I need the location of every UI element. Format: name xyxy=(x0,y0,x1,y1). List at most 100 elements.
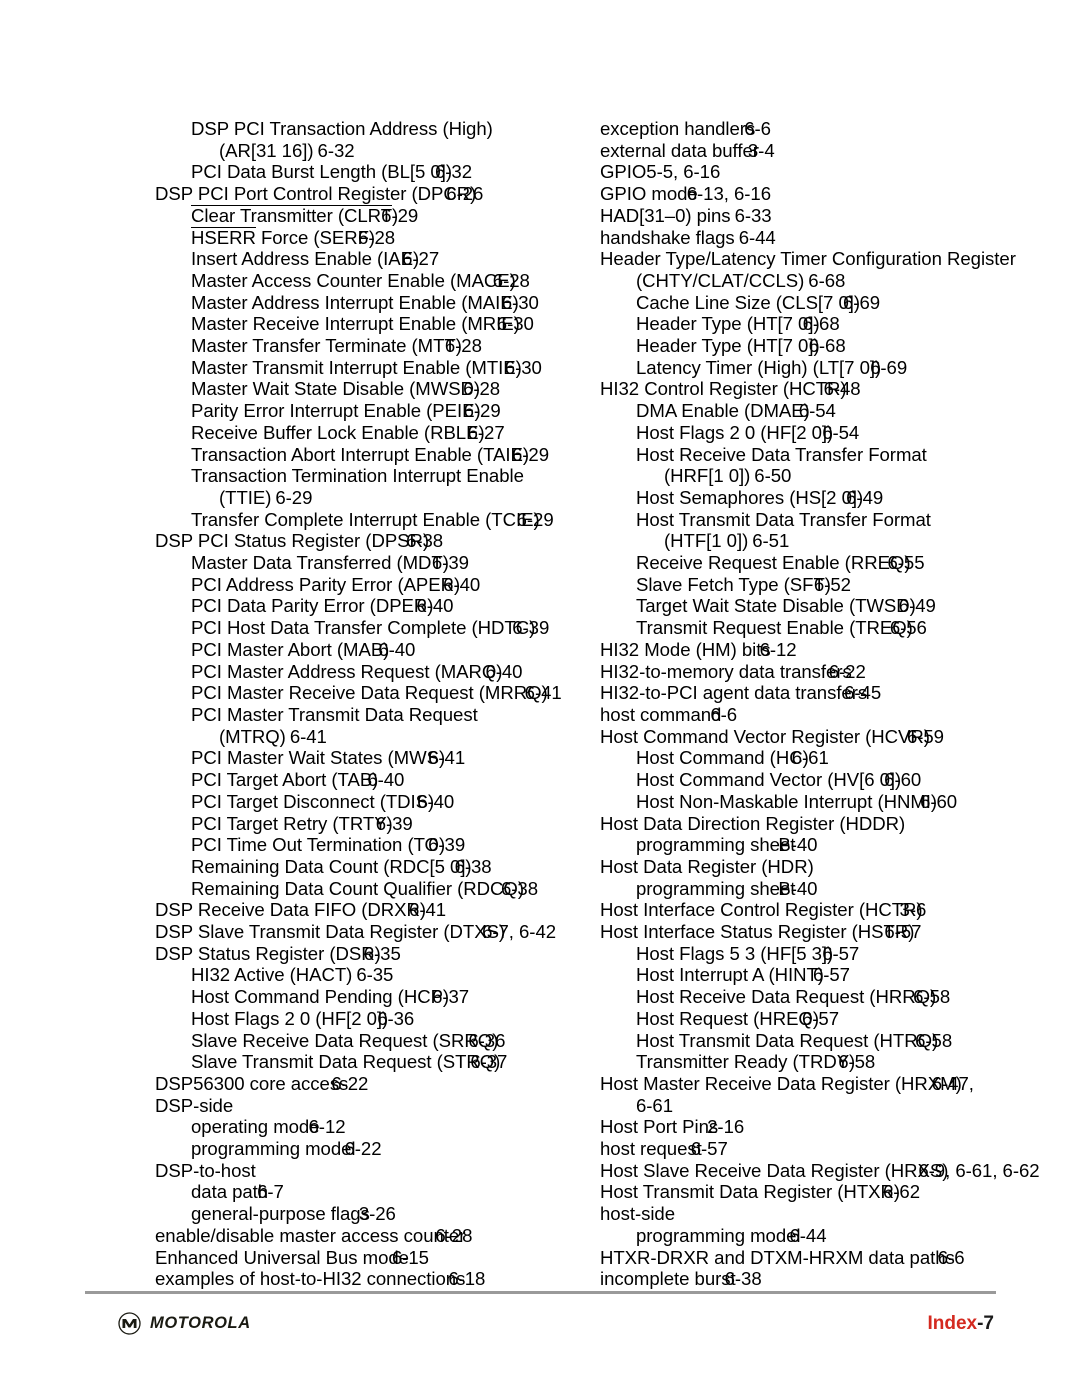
index-page-number: 6-54 xyxy=(798,400,836,422)
index-entry-text: Host Command Vector Register (HCVR) xyxy=(600,725,930,747)
index-entry: Transmit Request Enable (TREQ)6-56 xyxy=(600,617,1040,639)
signal-overbar: Clear Transmitter (CLRT xyxy=(191,204,393,226)
index-entry-text: Host Data Direction Register (HDDR) xyxy=(600,812,906,834)
index-entry-text: Host Interrupt A (HINT) xyxy=(636,964,824,986)
index-entry: Header Type (HT[7 0])6-68 xyxy=(600,313,1040,335)
index-page-number: 6-36 xyxy=(468,1029,506,1051)
index-entry-text: Transaction Termination Interrupt Enable xyxy=(191,465,524,487)
index-entry-text: DSP Status Register (DSR) xyxy=(155,942,381,964)
index-entry: Host Semaphores (HS[2 0])6-49 xyxy=(600,487,1040,509)
index-entry-text: programming sheet xyxy=(636,834,796,856)
index-entry-text: PCI Target Disconnect (TDIS) xyxy=(191,790,435,812)
index-page-number: B-40 xyxy=(778,877,818,899)
index-entry-text: HI32 Mode (HM) bits xyxy=(600,638,771,660)
index-entry: Host Interface Control Register (HCTR)3-… xyxy=(600,899,1040,921)
index-entry-text: Transfer Complete Interrupt Enable (TCIE… xyxy=(191,508,540,530)
index-entry-text: Master Address Interrupt Enable (MAIE) xyxy=(191,291,519,313)
index-page-number: 6-28 xyxy=(463,378,501,400)
index-page-number: 6-57 xyxy=(801,1007,839,1029)
index-entry-text: Host Request (HREQ) xyxy=(636,1007,819,1029)
index-page-number: 6-40 xyxy=(443,573,481,595)
index-entry-text: PCI Address Parity Error (APER) xyxy=(191,573,461,595)
index-entry: Enhanced Universal Bus mode6-15 xyxy=(155,1247,595,1269)
index-entry-text: Slave Transmit Data Request (STRQ) xyxy=(191,1051,501,1073)
index-entry: data path6-7 xyxy=(155,1181,595,1203)
index-entry: operating mode6-12 xyxy=(155,1116,595,1138)
index-entry-text: Host Transmit Data Transfer Format xyxy=(636,508,931,530)
index-entry: (HRF[1 0]) 6-50 xyxy=(600,465,1040,487)
index-entry-text: Host Receive Data Transfer Format xyxy=(636,443,927,465)
index-page-number: 6-37 xyxy=(432,986,470,1008)
index-page-number: 6-58 xyxy=(838,1051,876,1073)
index-page-number: 6-39 xyxy=(431,552,469,574)
index-page-number: 6-58 xyxy=(915,1029,953,1051)
motorola-wordmark: MOTOROLA xyxy=(150,1314,251,1332)
index-entry: examples of host-to-HI32 connections6-18 xyxy=(155,1268,595,1290)
index-entry: Host Flags 2 0 (HF[2 0])6-54 xyxy=(600,422,1040,444)
index-entry: Host Interface Status Register (HSTR)6-5… xyxy=(600,921,1040,943)
index-entry-text: DSP PCI Status Register (DPSR) xyxy=(155,530,430,552)
index-entry-text: PCI Master Abort (MAB) xyxy=(191,638,390,660)
index-page-number: 6-44 xyxy=(789,1224,827,1246)
index-entry: Host Request (HREQ)6-57 xyxy=(600,1008,1040,1030)
index-entry: DSP56300 core access6-22 xyxy=(155,1073,595,1095)
index-entry-text: Host Data Register (HDR) xyxy=(600,855,814,877)
index-entry: HI32 Active (HACT) 6-35 xyxy=(155,964,595,986)
index-page-number: 6-41 xyxy=(428,747,466,769)
index-page-number: 6-33 xyxy=(734,204,772,226)
index-entry: Host Command Pending (HCP)6-37 xyxy=(155,986,595,1008)
index-page-number: 6-41 xyxy=(289,725,327,747)
index-page-number: 6-29 xyxy=(381,204,419,226)
index-page-number: 6-6 xyxy=(744,118,771,139)
index-page-number: 6-26 xyxy=(446,183,484,205)
index-page-number: 6-28 xyxy=(444,335,482,357)
index-page-number: 6-29 xyxy=(275,486,313,508)
index-page-number: 6-28 xyxy=(492,269,530,291)
index-entry: PCI Target Disconnect (TDIS)6-40 xyxy=(155,791,595,813)
index-page-number: 6-40 xyxy=(485,660,523,682)
index-page-number: 6-38 xyxy=(454,855,492,877)
page-footer: MOTOROLA Index-7 xyxy=(85,1312,996,1352)
index-entry: Master Access Counter Enable (MACE)6-28 xyxy=(155,270,595,292)
index-entry: DSP-side xyxy=(155,1095,595,1117)
index-entry: DSP Status Register (DSR)6-35 xyxy=(155,943,595,965)
index-entry-text: (CHTY/CLAT/CCLS) xyxy=(636,269,805,291)
index-entry-text: DSP-side xyxy=(155,1094,234,1116)
index-entry-text: DSP-to-host xyxy=(155,1159,256,1181)
index-entry-text: Target Wait State Disable (TWSD) xyxy=(636,595,916,617)
index-entry: Latency Timer (High) (LT[7 0])6-69 xyxy=(600,357,1040,379)
index-page: DSP PCI Transaction Address (High) (AR[31… xyxy=(0,0,1080,1397)
index-entry-text: Remaining Data Count Qualifier (RDCQ) xyxy=(191,877,524,899)
index-entry: Master Address Interrupt Enable (MAIE)6-… xyxy=(155,292,595,314)
index-entry: 6-61 xyxy=(600,1095,1040,1117)
index-entry-text: external data buffer xyxy=(600,139,759,161)
index-entry-text: host-side xyxy=(600,1203,675,1225)
index-page-number: 6-62 xyxy=(883,1181,921,1203)
index-page-number: 6-29 xyxy=(516,508,554,530)
index-page-number: 6-22 xyxy=(344,1138,382,1160)
index-page-number: 6-22 xyxy=(828,660,866,682)
index-entry-text: PCI Master Address Request (MARQ) xyxy=(191,660,503,682)
index-entry: (AR[31 16]) 6-32 xyxy=(155,140,595,162)
index-entry: Host Non-Maskable Interrupt (HNMI)6-60 xyxy=(600,791,1040,813)
index-entry: exception handlers6-6 xyxy=(600,118,1040,140)
index-entry-text: Master Access Counter Enable (MACE) xyxy=(191,269,516,291)
footer-divider xyxy=(85,1291,996,1294)
index-entry-text: Host Non-Maskable Interrupt (HNMI) xyxy=(636,790,938,812)
index-entry: PCI Host Data Transfer Complete (HDTC)6-… xyxy=(155,617,595,639)
index-entry-text: Host Interface Status Register (HSTR) xyxy=(600,921,915,943)
index-entry-text: GPIO xyxy=(600,161,647,183)
index-entry-text: PCI Master Transmit Data Request xyxy=(191,703,478,725)
index-page-number: 6-30 xyxy=(496,313,534,335)
index-entry-text: Cache Line Size (CLS[7 0]) xyxy=(636,291,861,313)
index-entry-text: programming sheet xyxy=(636,877,796,899)
index-page-number: 6-69 xyxy=(870,356,908,378)
index-entry: Master Receive Interrupt Enable (MRIE)6-… xyxy=(155,313,595,335)
index-entry-text: enable/disable master access counter xyxy=(155,1224,466,1246)
index-entry-text: PCI Data Parity Error (DPER) xyxy=(191,595,434,617)
index-entry-text: Header Type/Latency Timer Configuration … xyxy=(600,248,1016,270)
index-entry: (HTF[1 0]) 6-51 xyxy=(600,530,1040,552)
index-page-number: 6-38 xyxy=(500,877,538,899)
index-page-number: 6-36 xyxy=(377,1007,415,1029)
index-entry: PCI Data Burst Length (BL[5 0])6-32 xyxy=(155,161,595,183)
